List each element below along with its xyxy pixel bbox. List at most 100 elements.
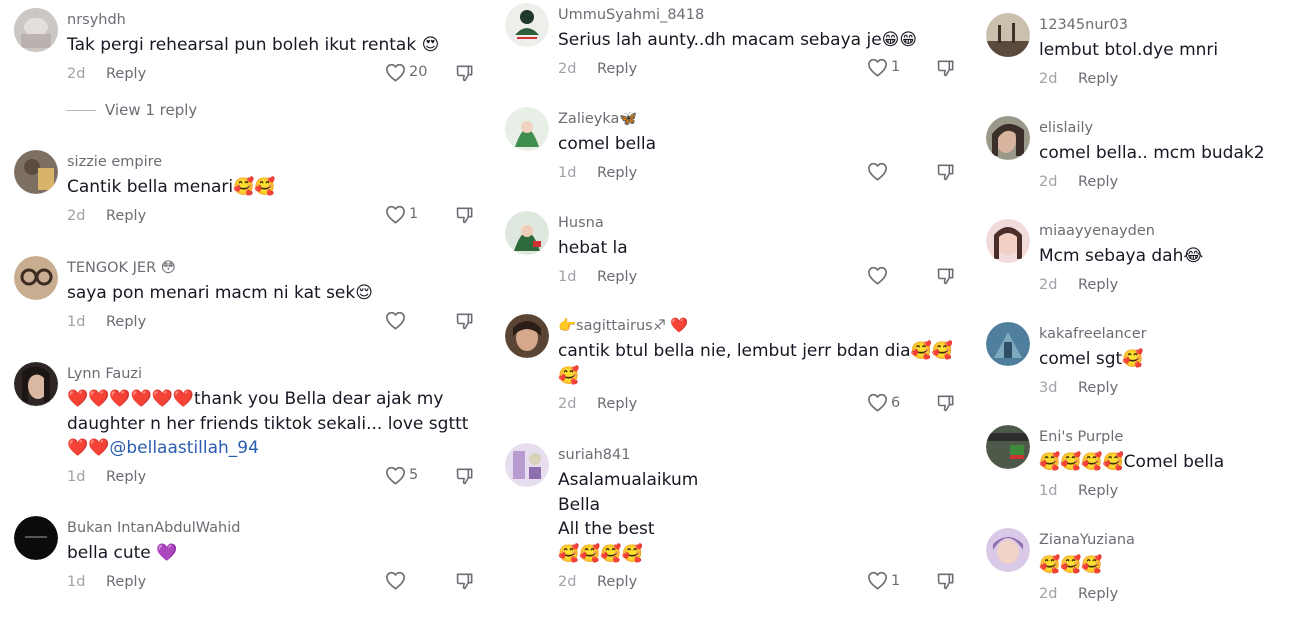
thumbs-down-icon <box>937 573 954 590</box>
avatar[interactable] <box>505 211 549 255</box>
comment-text: Serius lah aunty..dh macam sebaya je😁😁 <box>558 30 918 50</box>
reply-button[interactable]: Reply <box>1078 586 1118 602</box>
reply-button[interactable]: Reply <box>106 314 146 330</box>
comment-date: 2d <box>558 60 577 77</box>
comment-username[interactable]: Zalieyka🦋 <box>558 109 968 129</box>
like-button[interactable]: 1 <box>867 58 900 77</box>
comment-username[interactable]: nrsyhdh <box>67 10 477 30</box>
comment-username[interactable]: miaayyenayden <box>1039 221 1289 241</box>
reply-button[interactable]: Reply <box>597 165 637 181</box>
reply-button[interactable]: Reply <box>1078 483 1118 499</box>
reply-button[interactable]: Reply <box>106 66 146 82</box>
reply-button[interactable]: Reply <box>1078 277 1118 293</box>
avatar[interactable] <box>14 8 58 52</box>
avatar[interactable] <box>505 314 549 358</box>
avatar[interactable] <box>14 256 58 300</box>
reply-button[interactable]: Reply <box>1078 174 1118 190</box>
avatar[interactable] <box>14 362 58 406</box>
like-button[interactable]: 1 <box>385 205 418 224</box>
mention-link[interactable]: @bellaastillah_94 <box>109 438 259 458</box>
like-button[interactable]: 6 <box>867 393 900 412</box>
heart-outline-icon <box>386 63 405 82</box>
dislike-button[interactable] <box>455 205 475 229</box>
view-replies-line <box>66 109 96 111</box>
comment-username[interactable]: Lynn Fauzi <box>67 364 477 384</box>
comment-date: 2d <box>558 396 577 412</box>
reply-button[interactable]: Reply <box>597 574 637 590</box>
heart-outline-icon <box>868 58 887 77</box>
reply-button[interactable]: Reply <box>597 396 637 412</box>
dislike-button[interactable] <box>936 393 956 417</box>
avatar[interactable] <box>986 116 1030 160</box>
avatar[interactable] <box>505 3 549 47</box>
avatar[interactable] <box>505 443 549 487</box>
dislike-button[interactable] <box>936 162 956 186</box>
comment-text: bella cute 💜 <box>67 543 178 563</box>
comment-text: Tak pergi rehearsal pun boleh ikut renta… <box>67 35 440 55</box>
avatar[interactable] <box>986 13 1030 57</box>
comment-date: 2d <box>1039 585 1058 602</box>
like-button[interactable]: 20 <box>385 63 427 82</box>
comment-text: saya pon menari macm ni kat sek😌 <box>67 283 373 303</box>
comment-username[interactable]: Husna <box>558 213 968 233</box>
dislike-button[interactable] <box>455 466 475 490</box>
avatar[interactable] <box>986 219 1030 263</box>
dislike-button[interactable] <box>455 571 475 595</box>
comment-username[interactable]: kakafreelancer <box>1039 324 1289 344</box>
reply-button[interactable]: Reply <box>106 469 146 485</box>
heart-outline-icon <box>868 266 887 285</box>
like-button[interactable] <box>867 162 891 181</box>
comment-username[interactable]: ZianaYuziana <box>1039 530 1289 550</box>
comment-date: 2d <box>67 65 86 82</box>
dislike-button[interactable] <box>936 58 956 82</box>
like-count: 1 <box>891 572 901 589</box>
like-button[interactable]: 5 <box>385 466 418 485</box>
like-button[interactable] <box>385 571 409 590</box>
like-count: 20 <box>409 64 428 80</box>
comment-username[interactable]: Bukan IntanAbdulWahid <box>67 518 477 538</box>
dislike-button[interactable] <box>936 266 956 290</box>
thumbs-down-icon <box>456 573 473 589</box>
avatar[interactable] <box>14 150 58 194</box>
avatar[interactable] <box>986 528 1030 572</box>
comment-text: 🥰🥰🥰 <box>1039 555 1103 575</box>
comment-username[interactable]: 👉sagittairus♐ ❤️ <box>558 316 968 336</box>
comment-text: cantik btul bella nie, lembut jerr bdan … <box>558 341 953 386</box>
comment-date: 1d <box>558 268 577 285</box>
like-button[interactable]: 1 <box>867 571 900 590</box>
reply-button[interactable]: Reply <box>106 574 146 590</box>
thumbs-down-icon <box>937 60 954 76</box>
reply-button[interactable]: Reply <box>597 269 637 285</box>
avatar[interactable] <box>505 107 549 151</box>
comment-username[interactable]: 12345nur03 <box>1039 15 1289 35</box>
comment-username[interactable]: UmmuSyahmi_8418 <box>558 5 968 25</box>
heart-outline-icon <box>868 571 887 590</box>
avatar[interactable] <box>14 516 58 560</box>
reply-button[interactable]: Reply <box>597 61 637 77</box>
comment-username[interactable]: elislaily <box>1039 118 1289 138</box>
comment-username[interactable]: TENGOK JER 😳 <box>67 258 477 278</box>
comment-date: 2d <box>1039 70 1058 87</box>
reply-button[interactable]: Reply <box>106 208 146 224</box>
thumbs-down-icon <box>456 468 473 484</box>
comment-date: 2d <box>1039 173 1058 190</box>
avatar[interactable] <box>986 322 1030 366</box>
like-button[interactable] <box>867 266 891 285</box>
like-button[interactable] <box>385 311 409 330</box>
thumbs-down-icon <box>937 164 954 180</box>
comment-text: Asalamualaikum Bella All the best 🥰🥰🥰🥰 <box>558 470 699 564</box>
comment-username[interactable]: suriah841 <box>558 445 968 465</box>
avatar[interactable] <box>986 425 1030 469</box>
reply-button[interactable]: Reply <box>1078 71 1118 87</box>
comment-text: ❤️❤️❤️❤️❤️❤️thank you Bella dear ajak my… <box>67 387 477 461</box>
heart-outline-icon <box>386 571 405 590</box>
dislike-button[interactable] <box>455 311 475 335</box>
dislike-button[interactable] <box>936 571 956 595</box>
reply-button[interactable]: Reply <box>1078 380 1118 396</box>
comment-username[interactable]: Eni's Purple <box>1039 427 1289 447</box>
comment-username[interactable]: sizzie empire <box>67 152 477 172</box>
view-replies-button[interactable]: View 1 reply <box>66 101 197 119</box>
dislike-button[interactable] <box>455 63 475 87</box>
comment-date: 1d <box>67 573 86 590</box>
comment-date: 2d <box>67 207 86 224</box>
